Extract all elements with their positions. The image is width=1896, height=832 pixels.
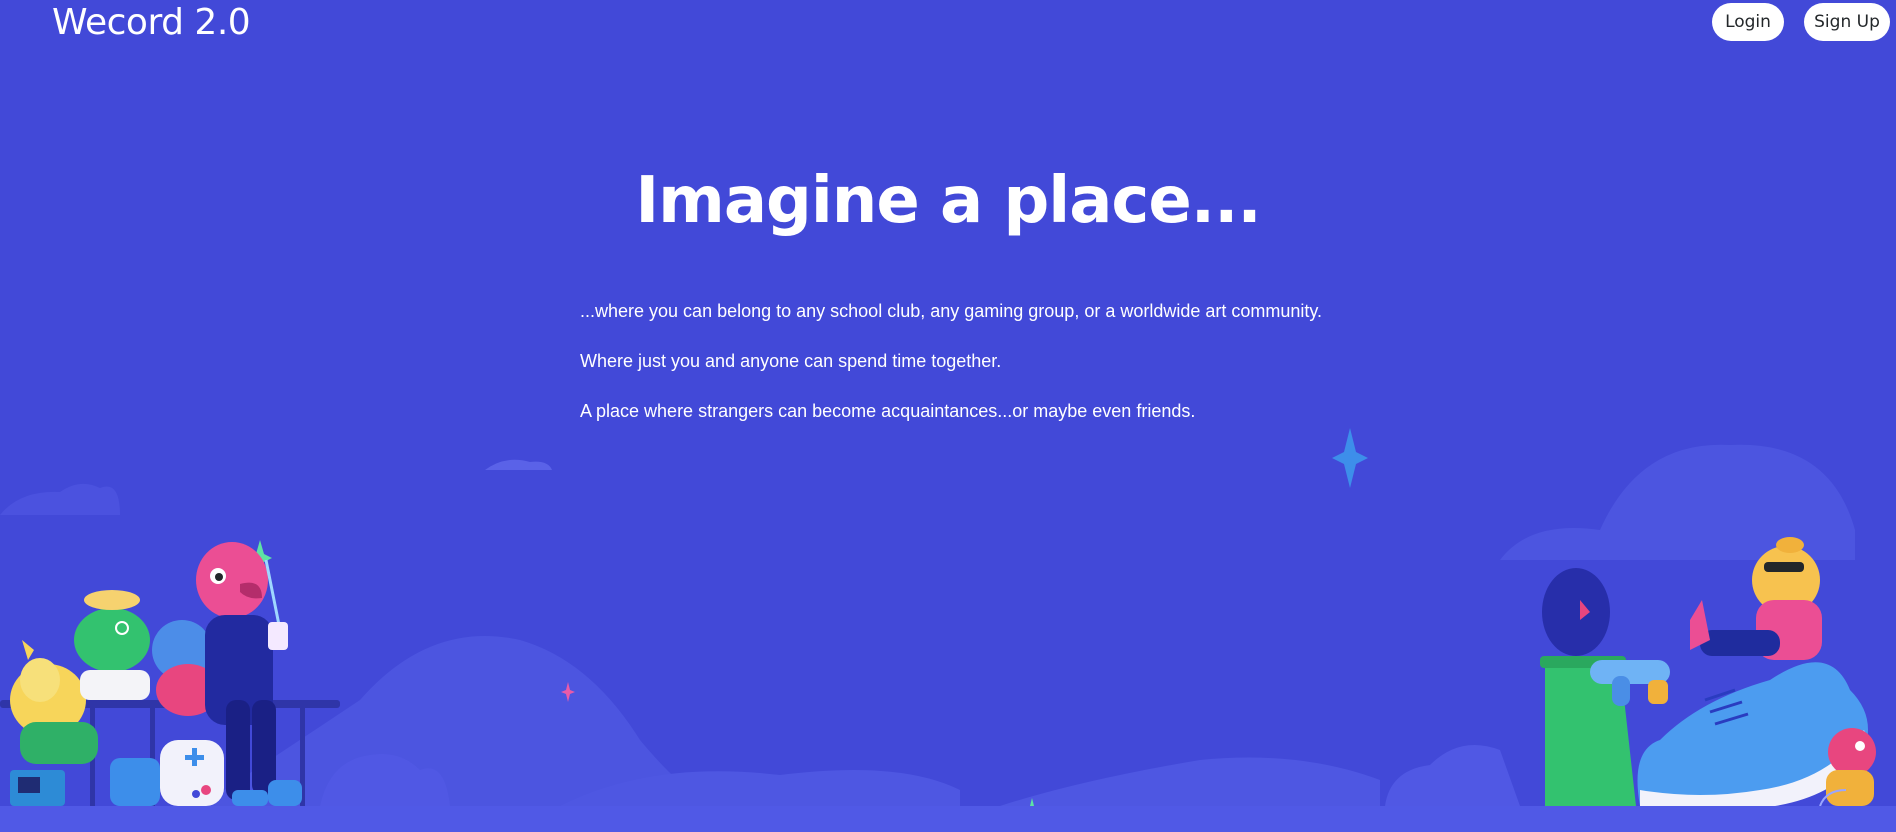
hero-description: ...where you can belong to any school cl… — [580, 300, 1380, 450]
hero-line: Where just you and anyone can spend time… — [580, 351, 1002, 371]
hero-title: Imagine a place... — [635, 164, 1261, 238]
friends-hanging-out-illustration — [0, 542, 340, 806]
friends-on-giant-sneaker-illustration — [1540, 537, 1876, 808]
sparkle-icon — [248, 540, 272, 576]
hero-line: A place where strangers can become acqua… — [580, 401, 1196, 421]
sign-up-button[interactable]: Sign Up — [1804, 3, 1890, 41]
top-nav: Wecord 2.0 Login Sign Up — [0, 0, 1896, 60]
hero-line: ...where you can belong to any school cl… — [580, 301, 1323, 321]
brand-logo[interactable]: Wecord 2.0 — [52, 2, 251, 43]
footer-strip — [0, 806, 1896, 832]
cloud-icon — [0, 444, 1855, 560]
sparkle-icon — [561, 682, 575, 702]
login-button[interactable]: Login — [1712, 3, 1784, 41]
hills — [200, 636, 1520, 806]
